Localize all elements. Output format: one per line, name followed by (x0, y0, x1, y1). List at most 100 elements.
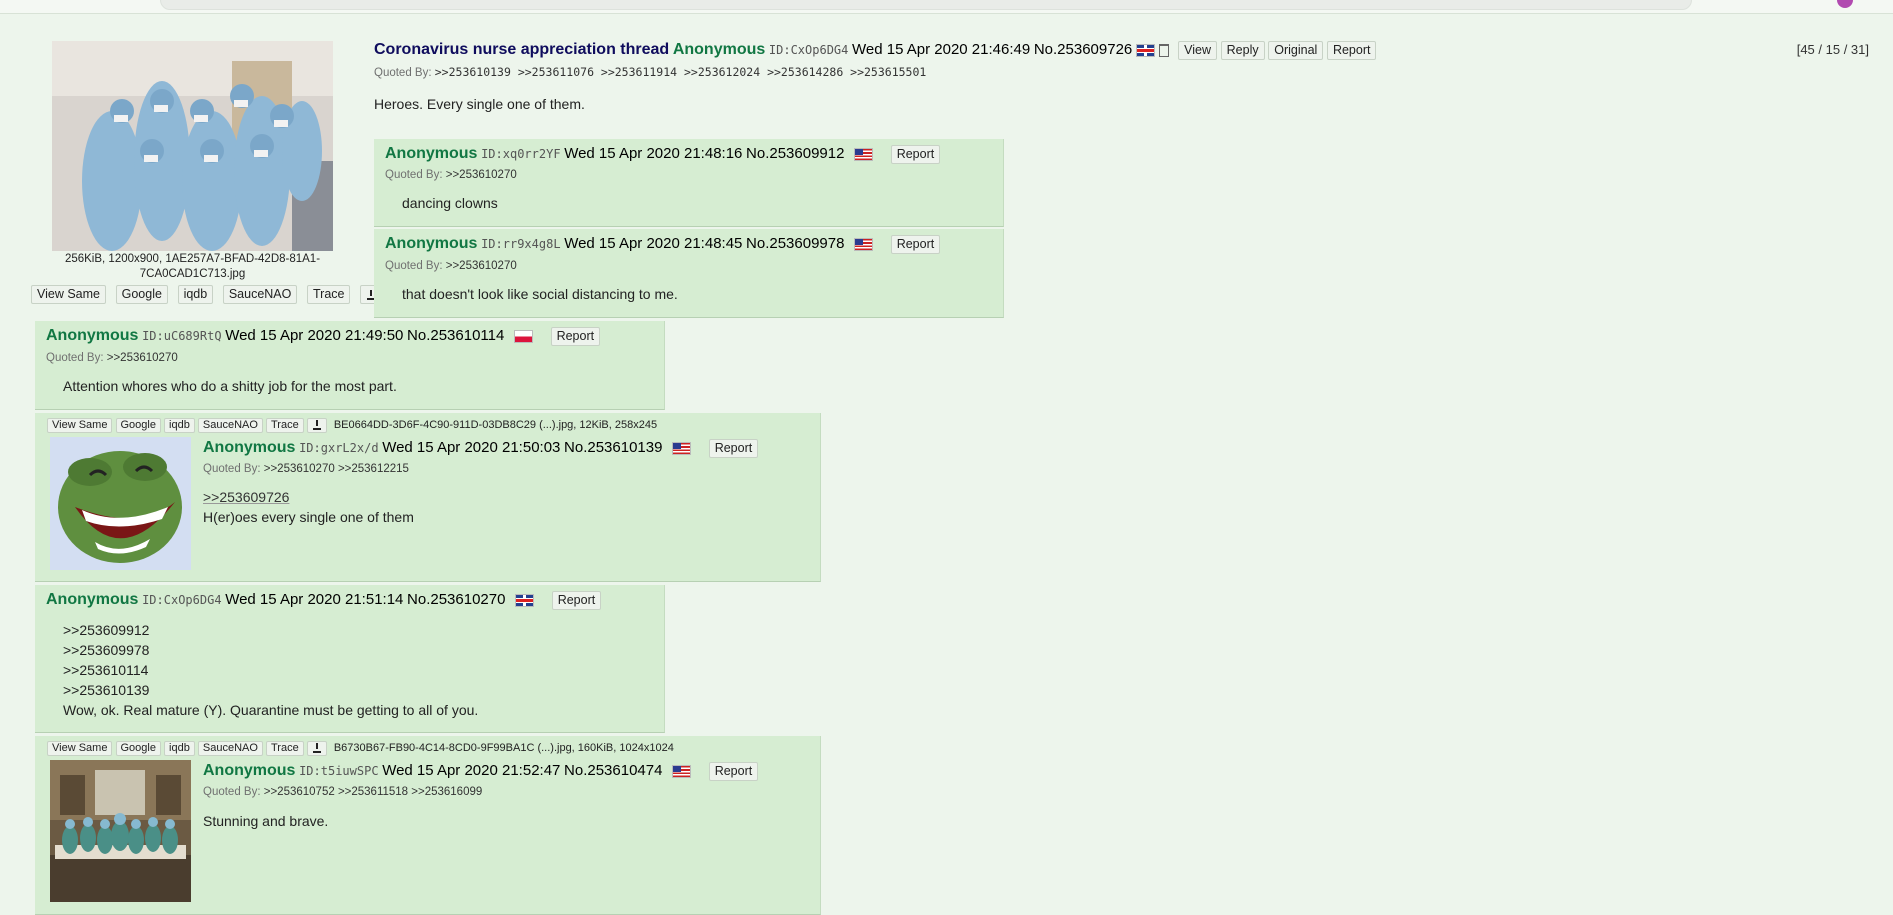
quoted-by-label: Quoted By: (385, 169, 443, 181)
quote-link[interactable]: >>253609726 (203, 487, 414, 507)
quoted-by-label: Quoted By: (385, 260, 443, 272)
poster-id[interactable]: ID:uC689RtQ (142, 329, 221, 343)
op-quoted-by: Quoted By: >>253610139 >>253611076 >>253… (374, 65, 926, 79)
quoted-by-links[interactable]: >>253610270 >>253612215 (264, 463, 409, 475)
poster-id[interactable]: ID:t5iuwSPC (299, 764, 378, 778)
quoted-by-links[interactable]: >>253610270 (107, 352, 178, 364)
reply-header: Anonymous ID:gxrL2x/d Wed 15 Apr 2020 21… (203, 439, 759, 458)
google-search-button[interactable]: Google (115, 418, 161, 433)
uk-flag-icon (1135, 44, 1155, 58)
quoted-by-links[interactable]: >>253610139 >>253611076 >>253611914 >>25… (435, 65, 927, 79)
report-button[interactable]: Report (551, 591, 602, 610)
poster-name: Anonymous (46, 591, 139, 608)
post-datetime: Wed 15 Apr 2020 21:48:45 (564, 235, 743, 252)
download-button[interactable] (306, 741, 327, 756)
post-number[interactable]: No.253610270 (407, 591, 505, 608)
profile-avatar[interactable] (1837, 0, 1853, 8)
post-datetime: Wed 15 Apr 2020 21:48:16 (564, 145, 743, 162)
download-button[interactable] (306, 418, 327, 433)
quoted-by-links[interactable]: >>253610270 (446, 169, 517, 181)
post-datetime: Wed 15 Apr 2020 21:51:14 (225, 591, 404, 608)
pepe-laughing-image[interactable] (50, 437, 191, 570)
file-info[interactable]: B6730B67-FB90-4C14-8CD0-9F99BA1C (...).j… (334, 742, 674, 754)
google-search-button[interactable]: Google (115, 285, 168, 304)
thread-subject: Coronavirus nurse appreciation thread (374, 41, 670, 58)
reply-file-bar: View Same Google iqdb SauceNAO Trace B67… (47, 741, 674, 756)
file-info[interactable]: BE0664DD-3D6F-4C90-911D-03DB8C29 (...).j… (334, 419, 657, 431)
poster-name: Anonymous (203, 439, 296, 456)
iqdb-search-button[interactable]: iqdb (164, 741, 195, 756)
report-button[interactable]: Report (708, 439, 759, 458)
report-button[interactable]: Report (1326, 41, 1377, 60)
quoted-by-label: Quoted By: (203, 786, 261, 798)
address-bar[interactable] (160, 0, 1692, 10)
view-same-button[interactable]: View Same (47, 741, 113, 756)
poster-id[interactable]: ID:CxOp6DG4 (769, 43, 848, 57)
poster-id[interactable]: ID:CxOp6DG4 (142, 593, 221, 607)
view-same-button[interactable]: View Same (31, 285, 106, 304)
poster-id[interactable]: ID:gxrL2x/d (299, 441, 378, 455)
trash-icon[interactable] (1158, 44, 1169, 58)
uk-flag-icon (515, 594, 535, 608)
post-number[interactable]: No.253610139 (564, 439, 662, 456)
trace-search-button[interactable]: Trace (266, 418, 304, 433)
reply-post-253609978: Anonymous ID:rr9x4g8L Wed 15 Apr 2020 21… (374, 229, 1004, 318)
reply-post-253609912: Anonymous ID:xq0rr2YF Wed 15 Apr 2020 21… (374, 139, 1004, 227)
quote-link[interactable]: >>253609912 (63, 620, 478, 640)
quoted-by-label: Quoted By: (374, 67, 432, 79)
reply-header: Anonymous ID:CxOp6DG4 Wed 15 Apr 2020 21… (46, 591, 602, 610)
report-button[interactable]: Report (890, 235, 941, 254)
post-datetime: Wed 15 Apr 2020 21:50:03 (382, 439, 561, 456)
post-number[interactable]: No.253610474 (564, 762, 662, 779)
trace-search-button[interactable]: Trace (266, 741, 304, 756)
reply-quoted-by: Quoted By: >>253610270 (46, 352, 178, 364)
saucenao-search-button[interactable]: SauceNAO (197, 418, 263, 433)
post-number[interactable]: No.253609978 (746, 235, 844, 252)
post-datetime: Wed 15 Apr 2020 21:49:50 (225, 327, 404, 344)
google-search-button[interactable]: Google (115, 741, 161, 756)
reply-button[interactable]: Reply (1220, 41, 1265, 60)
reply-message: dancing clowns (402, 195, 498, 211)
quoted-by-links[interactable]: >>253610752 >>253611518 >>253616099 (264, 786, 483, 798)
report-button[interactable]: Report (708, 762, 759, 781)
post-number[interactable]: No.253609912 (746, 145, 844, 162)
op-file-info-line1: 256KiB, 1200x900, 1AE257A7-BFAD-42D8-81A… (64, 253, 321, 265)
post-datetime: Wed 15 Apr 2020 21:46:49 (852, 41, 1031, 58)
reply-message: Attention whores who do a shitty job for… (63, 378, 397, 394)
reply-post-253610270: Anonymous ID:CxOp6DG4 Wed 15 Apr 2020 21… (35, 585, 665, 733)
iqdb-search-button[interactable]: iqdb (177, 285, 214, 304)
op-image-thumbnail[interactable] (52, 41, 333, 251)
saucenao-search-button[interactable]: SauceNAO (197, 741, 263, 756)
quoted-by-label: Quoted By: (203, 463, 261, 475)
reply-post-253610139: View Same Google iqdb SauceNAO Trace BE0… (35, 413, 821, 582)
view-button[interactable]: View (1178, 41, 1218, 60)
report-button[interactable]: Report (550, 327, 601, 346)
quote-link[interactable]: >>253610114 (63, 660, 478, 680)
reply-file-bar: View Same Google iqdb SauceNAO Trace BE0… (47, 418, 657, 433)
quote-link[interactable]: >>253610139 (63, 680, 478, 700)
original-button[interactable]: Original (1268, 41, 1324, 60)
quoted-by-links[interactable]: >>253610270 (446, 260, 517, 272)
reply-header: Anonymous ID:rr9x4g8L Wed 15 Apr 2020 21… (385, 235, 941, 254)
report-button[interactable]: Report (890, 145, 941, 164)
us-flag-icon (672, 442, 692, 456)
post-number[interactable]: No.253609726 (1034, 41, 1132, 58)
us-flag-icon (854, 238, 874, 252)
poster-id[interactable]: ID:rr9x4g8L (481, 237, 560, 251)
view-same-button[interactable]: View Same (47, 418, 113, 433)
op-file-info-line2[interactable]: 7CA0CAD1C713.jpg (52, 267, 333, 282)
poster-id[interactable]: ID:xq0rr2YF (481, 147, 560, 161)
reply-quoted-by: Quoted By: >>253610270 (385, 169, 517, 181)
poster-name: Anonymous (46, 327, 139, 344)
reply-quoted-by: Quoted By: >>253610270 (385, 260, 517, 272)
message-line: Wow, ok. Real mature (Y). Quarantine mus… (63, 702, 479, 718)
last-supper-image[interactable] (50, 760, 191, 902)
iqdb-search-button[interactable]: iqdb (164, 418, 195, 433)
saucenao-search-button[interactable]: SauceNAO (222, 285, 298, 304)
post-number[interactable]: No.253610114 (407, 327, 504, 344)
quote-link[interactable]: >>253609978 (63, 640, 478, 660)
trace-search-button[interactable]: Trace (306, 285, 351, 304)
us-flag-icon (672, 765, 692, 779)
message-line: H(er)oes every single one of them (203, 509, 414, 525)
reply-quoted-by: Quoted By: >>253610752 >>253611518 >>253… (203, 786, 482, 798)
